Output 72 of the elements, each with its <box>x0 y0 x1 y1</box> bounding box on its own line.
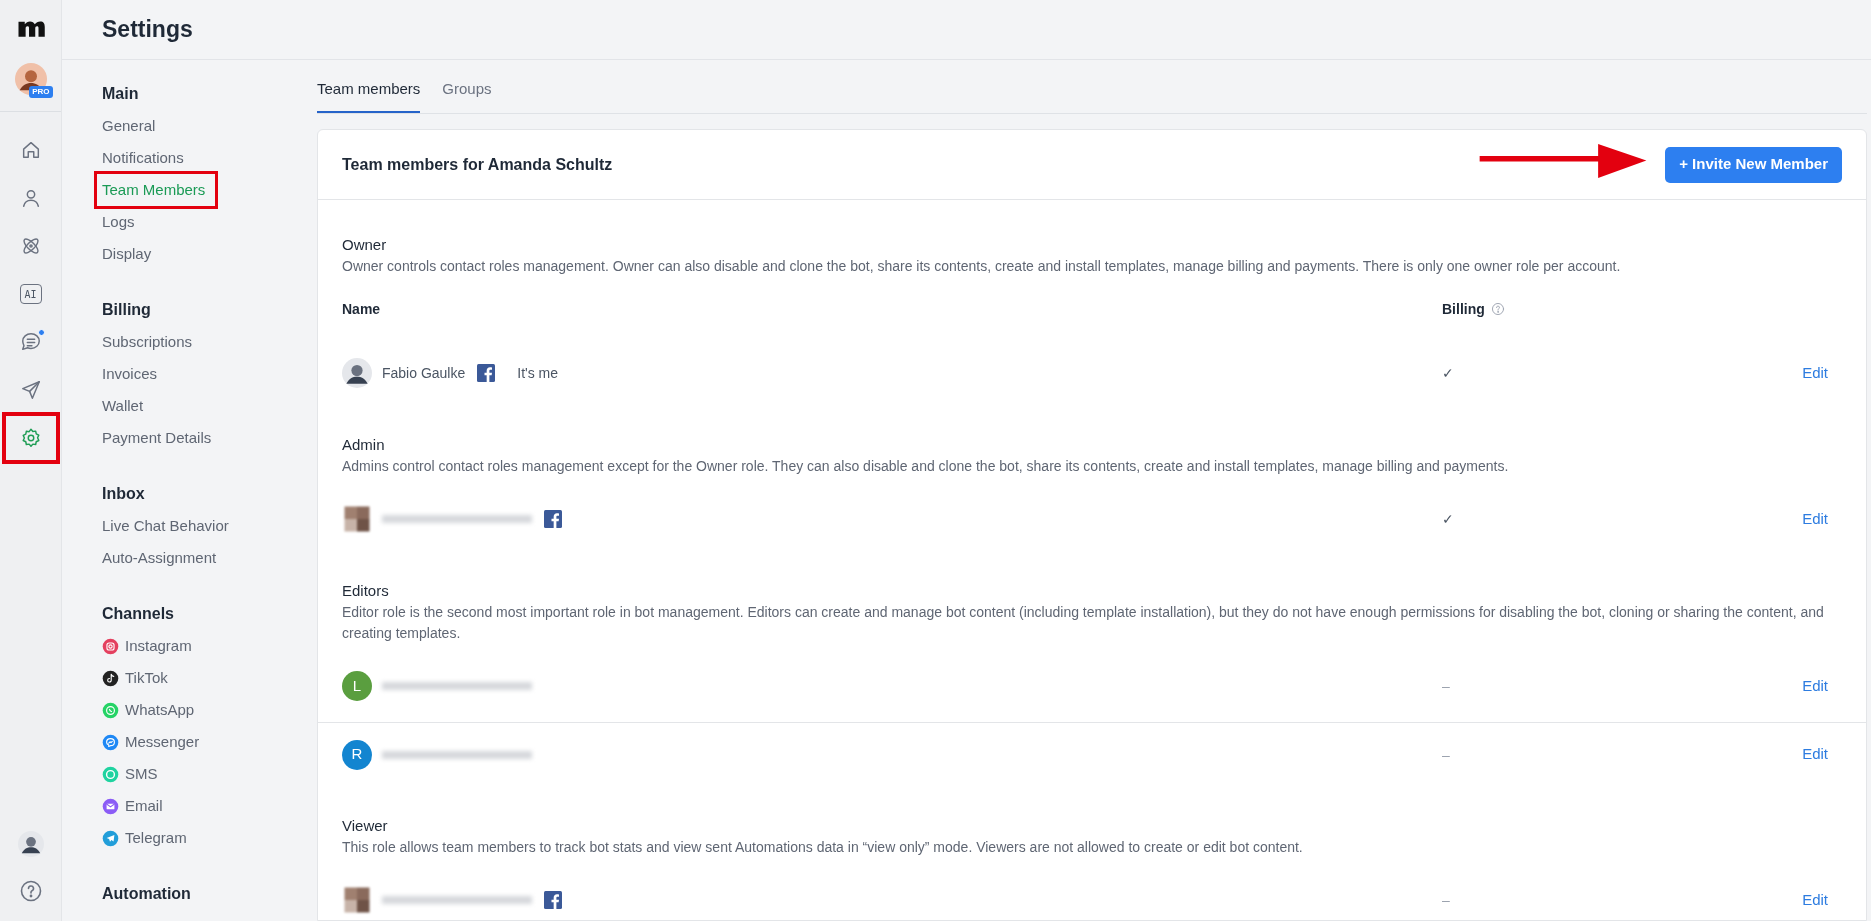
sidebar-item[interactable]: Email <box>102 790 163 822</box>
help-icon <box>1490 302 1505 316</box>
sidebar-item[interactable]: Subscriptions <box>102 326 193 358</box>
column-header: Name <box>342 299 382 319</box>
edit-link[interactable]: Edit <box>1802 507 1828 531</box>
pro-badge: PRO <box>29 86 53 98</box>
billing-value: ✓ <box>1442 511 1454 527</box>
sidebar-item[interactable]: Invoices <box>102 358 158 390</box>
sidebar-item[interactable]: TikTok <box>102 662 168 694</box>
sidebar-item[interactable]: Payment Details <box>102 422 212 454</box>
billing-value: – <box>1442 746 1450 763</box>
invite-member-button[interactable]: + Invite New Member <box>1665 146 1842 183</box>
sidebar-item[interactable]: Instagram <box>102 630 192 662</box>
section-heading: Inbox <box>102 484 146 504</box>
help-icon <box>18 879 43 903</box>
member-avatar: R <box>342 739 372 770</box>
role-description: This role allows team members to track bot stats and view sent Automations data in “view only” mode. Viewers are not allowed to create or edit bot content. <box>341 838 1304 857</box>
card-title: Team members for Amanda Schultz <box>342 154 613 175</box>
column-header: Billing <box>1442 299 1485 319</box>
billing-value: – <box>1442 892 1450 908</box>
send-icon <box>19 379 42 401</box>
edit-link[interactable]: Edit <box>1802 674 1828 698</box>
billing-value: ✓ <box>1442 365 1454 381</box>
blurred-avatar <box>342 504 372 534</box>
ai-icon: AI <box>19 284 42 304</box>
edit-link[interactable]: Edit <box>1802 743 1828 766</box>
sidebar-item[interactable]: Live Chat Behavior <box>102 510 229 542</box>
sidebar-item-label: SMS <box>125 763 158 784</box>
sidebar-item[interactable]: SMS <box>102 758 158 790</box>
sidebar-item[interactable]: Wallet <box>102 390 144 422</box>
role-description: Owner controls contact roles management. Owner can also disable and clone the bot, share its contents, create and install templates, manage billing and payments. There is only one owner role per account. <box>341 257 1622 276</box>
sidebar-item[interactable]: Auto-Assignment <box>102 542 217 574</box>
role-description: Admins control contact roles management except for the Owner role. They can also disable and clone the bot, share its contents, create and install templates, manage billing and payments. <box>341 457 1510 476</box>
rail-button[interactable] <box>3 414 58 462</box>
sidebar-item[interactable]: WhatsApp <box>102 694 195 726</box>
sidebar-item[interactable]: Messenger <box>102 726 200 758</box>
user-avatar <box>17 831 44 857</box>
member-note: It's me <box>517 363 559 383</box>
section-heading: Billing <box>102 300 152 320</box>
member-avatar: L <box>342 671 372 701</box>
blurred-avatar <box>342 885 372 915</box>
sidebar-item[interactable]: Telegram <box>102 822 187 854</box>
sidebar-item-label: Instagram <box>125 635 192 656</box>
sidebar-item-label: Messenger <box>125 731 200 752</box>
sidebar-item[interactable]: Notifications <box>102 142 184 174</box>
tab[interactable]: Team members <box>317 77 421 113</box>
sidebar-item-label: Email <box>125 795 163 816</box>
sidebar-item[interactable]: Team Members <box>102 174 206 206</box>
tab[interactable]: Groups <box>442 77 492 113</box>
section-heading: Automation <box>102 884 192 904</box>
role-title: Admin <box>341 435 386 455</box>
chat-icon <box>19 331 42 353</box>
role-title: Viewer <box>341 816 389 836</box>
role-title: Owner <box>341 235 388 255</box>
edit-link[interactable]: Edit <box>1802 361 1828 385</box>
page-title: Settings <box>102 15 193 45</box>
sidebar-item[interactable]: General <box>102 110 156 142</box>
edit-link[interactable]: Edit <box>1802 888 1828 912</box>
sidebar-item-label: TikTok <box>125 667 168 688</box>
sidebar-item-label: Telegram <box>125 827 187 848</box>
rail-button[interactable]: AI <box>3 270 58 318</box>
billing-value: – <box>1442 678 1450 694</box>
settings-icon <box>19 427 42 449</box>
member-avatar <box>342 358 372 388</box>
sidebar-item[interactable]: Logs <box>102 206 135 238</box>
section-heading: Channels <box>102 604 175 624</box>
section-heading: Main <box>102 84 140 104</box>
role-title: Editors <box>341 581 390 601</box>
sidebar-item[interactable]: Display <box>102 238 152 270</box>
member-name: Fabio Gaulke <box>382 363 466 383</box>
sidebar-item-label: WhatsApp <box>125 699 195 720</box>
role-description: Editor role is the second most important role in bot management. Editors can create and manage bot content (including template installation), but they do not have enough permissions for disabling the bot, cloning or sharing the content, and creating templates. <box>341 603 1825 643</box>
